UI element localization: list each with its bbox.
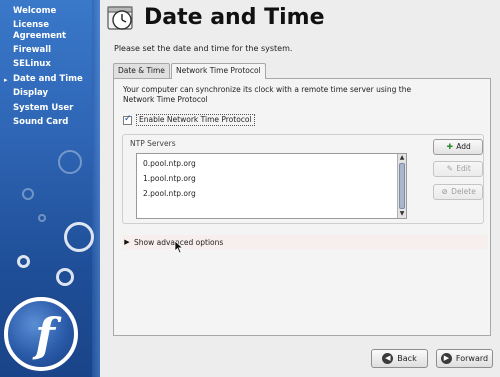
forward-button[interactable]: ▶ Forward [436, 349, 493, 368]
list-item[interactable]: 0.pool.ntp.org [143, 159, 196, 168]
page-description: Please set the date and time for the sys… [114, 44, 293, 53]
forward-arrow-icon: ▶ [440, 353, 452, 364]
back-arrow-icon: ◀ [382, 353, 394, 364]
active-arrow-icon: ▸ [4, 76, 8, 84]
sidebar-item-display: Display [0, 88, 98, 99]
scrollbar-thumb[interactable] [399, 163, 405, 209]
decorative-bubble [22, 188, 34, 200]
list-item[interactable]: 1.pool.ntp.org [143, 174, 196, 183]
clock-calendar-icon [107, 6, 133, 30]
sidebar-item-label: System User [13, 103, 74, 113]
ntp-tab-panel: Your computer can synchronize its clock … [113, 78, 491, 336]
sidebar-item-label: Sound Card [13, 117, 69, 127]
sidebar-item-label: Welcome [13, 6, 57, 16]
decorative-bubble [56, 268, 74, 286]
page-title: Date and Time [144, 5, 325, 30]
sidebar-item-label: Display [13, 88, 49, 98]
delete-icon: ⊘ [441, 187, 448, 196]
ntp-servers-label: NTP Servers [130, 139, 176, 148]
scroll-down-arrow-icon[interactable]: ▼ [398, 210, 406, 218]
scroll-up-arrow-icon[interactable]: ▲ [398, 154, 406, 162]
expander-arrow-icon: ▶ [124, 238, 130, 246]
edit-button-label: Edit [456, 164, 471, 173]
add-icon: ✚ [446, 142, 453, 151]
ntp-list-scrollbar[interactable]: ▲ ▼ [397, 154, 406, 218]
add-server-button[interactable]: ✚ Add [433, 139, 483, 155]
enable-ntp-label[interactable]: Enable Network Time Protocol [136, 114, 255, 126]
enable-ntp-checkbox-row[interactable]: ✓ Enable Network Time Protocol [123, 114, 255, 126]
ntp-servers-group: NTP Servers 0.pool.ntp.org 1.pool.ntp.or… [122, 134, 484, 224]
add-button-label: Add [456, 142, 471, 151]
delete-button-label: Delete [451, 187, 476, 196]
tab-label: Date & Time [118, 66, 165, 75]
sidebar-stripe [92, 0, 100, 377]
sidebar-item-agreement: Agreement [0, 31, 98, 42]
sidebar-item-label: Agreement [13, 31, 67, 41]
decorative-bubble [17, 255, 30, 268]
sidebar-item-label: Firewall [13, 45, 52, 55]
checkmark-icon: ✓ [124, 113, 132, 124]
tab-label: Network Time Protocol [176, 66, 261, 75]
decorative-bubble [38, 214, 46, 222]
edit-server-button[interactable]: ✎ Edit [433, 161, 483, 177]
sidebar-item-firewall: Firewall [0, 45, 98, 56]
sidebar-item-label: SELinux [13, 59, 51, 69]
sidebar-item-date-and-time: ▸ Date and Time [0, 74, 98, 85]
sidebar-item-label: Date and Time [13, 74, 83, 84]
ntp-description: Your computer can synchronize its clock … [123, 85, 412, 104]
sidebar-item-system-user: System User [0, 103, 98, 114]
enable-ntp-checkbox[interactable]: ✓ [123, 113, 132, 125]
sidebar-item-selinux: SELinux [0, 59, 98, 70]
tab-network-time-protocol[interactable]: Network Time Protocol [171, 63, 266, 79]
delete-server-button[interactable]: ⊘ Delete [433, 184, 483, 200]
mouse-cursor-icon [174, 240, 184, 254]
back-button-label: Back [397, 354, 417, 363]
sidebar-item-license: License [0, 20, 98, 31]
back-button[interactable]: ◀ Back [371, 349, 428, 368]
list-item[interactable]: 2.pool.ntp.org [143, 189, 196, 198]
sidebar-item-welcome: Welcome [0, 6, 98, 17]
decorative-bubble [58, 150, 82, 174]
sidebar-item-label: License [13, 20, 50, 30]
fedora-logo: f [4, 297, 78, 371]
main-content: Date and Time Please set the date and ti… [100, 0, 500, 377]
ntp-server-list[interactable]: 0.pool.ntp.org 1.pool.ntp.org 2.pool.ntp… [136, 153, 407, 219]
fedora-logo-glyph: f [35, 308, 55, 362]
sidebar: Welcome License Agreement Firewall SELin… [0, 0, 100, 377]
edit-icon: ✎ [446, 164, 453, 173]
sidebar-item-sound-card: Sound Card [0, 117, 98, 128]
forward-button-label: Forward [455, 354, 489, 363]
tab-date-time[interactable]: Date & Time [113, 63, 170, 78]
decorative-bubble [64, 222, 94, 252]
